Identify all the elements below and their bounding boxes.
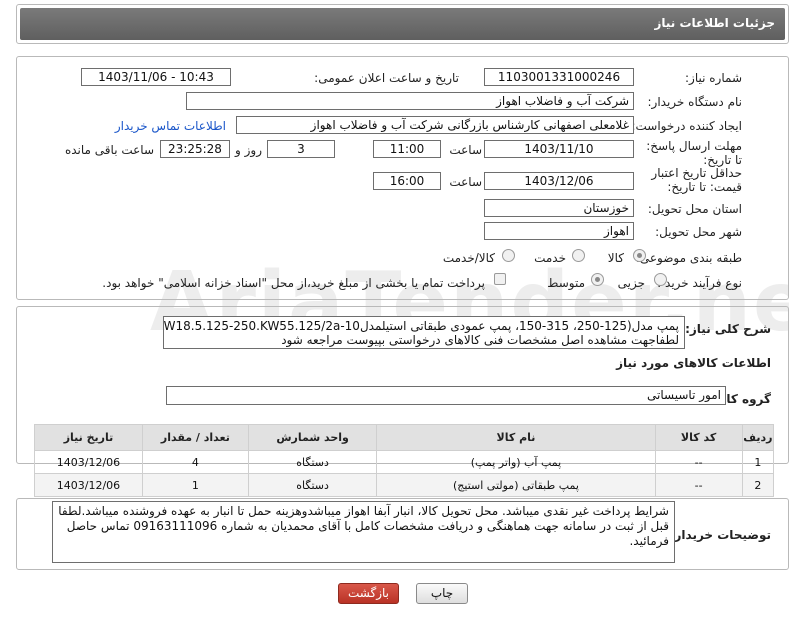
row-code: -- (654, 473, 743, 497)
col-code: کد کالا (654, 424, 743, 451)
row-unit: دستگاه (247, 450, 378, 474)
treasury-payment-checkbox[interactable] (494, 273, 506, 285)
process-minor-label: جزیی (617, 276, 645, 290)
buyer-label: نام دستگاه خریدار: (647, 95, 743, 109)
row-number: 2 (741, 473, 775, 497)
buyer-notes-label: توضیحات خریدار: (669, 528, 771, 542)
buyer-notes-line-1: شرایط پرداخت غیر نقدی میباشد. محل تحویل … (58, 504, 669, 518)
buyer-notes-line-2: قبل از ثبت در سامانه جهت هماهنگی و دریاف… (66, 519, 669, 533)
col-name: نام کالا (376, 424, 656, 451)
goods-table: ردیف کد کالا نام کالا واحد شمارش تعداد /… (34, 424, 775, 497)
row-name: پمپ طبقاتی (مولتی استیج) (376, 473, 656, 497)
summary-label: شرح کلی نیاز: (685, 322, 771, 336)
category-label: طبقه بندی موضوعی: (635, 251, 742, 265)
row-date: 1403/12/06 (34, 473, 143, 497)
row-date: 1403/12/06 (34, 450, 143, 474)
treasury-payment-note: پرداخت تمام یا بخشی از مبلغ خرید،از محل … (102, 276, 485, 290)
need-number-label: شماره نیاز: (685, 71, 742, 85)
row-number: 1 (741, 450, 775, 474)
validity-time-field: 16:00 (373, 172, 441, 190)
remaining-field: 23:25:28 (160, 140, 230, 158)
header-panel: جزئیات اطلاعات نیاز (16, 4, 789, 44)
announce-label: تاریخ و ساعت اعلان عمومی: (314, 71, 459, 85)
table-row: 2 -- پمپ طبقاتی (مولتی استیج) دستگاه 1 1… (34, 473, 775, 497)
province-field: خوزستان (484, 199, 634, 217)
city-field: اهواز (484, 222, 634, 240)
creator-label: ایجاد کننده درخواست: (631, 119, 742, 133)
deadline-time-field: 11:00 (373, 140, 441, 158)
contact-buyer-link[interactable]: اطلاعات تماس خریدار (115, 119, 226, 133)
category-goods-radio[interactable] (633, 249, 646, 262)
row-unit: دستگاه (247, 473, 378, 497)
goods-table-header: ردیف کد کالا نام کالا واحد شمارش تعداد /… (34, 424, 775, 451)
row-code: -- (654, 450, 743, 474)
buyer-field: شرکت آب و فاضلاب اهواز (186, 92, 634, 110)
row-qty: 1 (141, 473, 249, 497)
back-button[interactable]: بازگشت (338, 583, 399, 604)
validity-label: حداقل تاریخ اعتبار قیمت: تا تاریخ: (651, 166, 742, 194)
col-date: تاریخ نیاز (34, 424, 143, 451)
validity-time-label: ساعت (449, 175, 482, 189)
page-title: جزئیات اطلاعات نیاز (654, 16, 775, 30)
deadline-date-field: 1403/11/10 (484, 140, 634, 158)
process-minor-radio[interactable] (654, 273, 667, 286)
announce-field: 1403/11/06 - 10:43 (81, 68, 231, 86)
validity-date-field: 1403/12/06 (484, 172, 634, 190)
goods-group-field: امور تاسیساتی (166, 386, 726, 405)
province-label: استان محل تحویل: (647, 202, 742, 216)
deadline-label: مهلت ارسال پاسخ: تا تاریخ: (646, 139, 742, 167)
category-service-label: خدمت (534, 251, 566, 265)
goods-section-title: اطلاعات کالاهای مورد نیاز (616, 356, 771, 370)
summary-field: پمپ مدل(125-250، 315-150، پمپ عمودی طبقا… (163, 316, 685, 349)
col-qty: تعداد / مقدار (141, 424, 249, 451)
category-goods-label: کالا (607, 251, 624, 265)
table-row: 1 -- پمپ آب (واتر پمپ) دستگاه 4 1403/12/… (34, 450, 775, 474)
print-button[interactable]: چاپ (416, 583, 468, 604)
category-goods-service-radio[interactable] (502, 249, 515, 262)
col-unit: واحد شمارش (247, 424, 378, 451)
buyer-notes-field: شرایط پرداخت غیر نقدی میباشد. محل تحویل … (52, 501, 675, 563)
creator-field: غلامعلی اصفهانی کارشناس بازرگانی شرکت آب… (236, 116, 634, 134)
row-qty: 4 (141, 450, 249, 474)
days-label: روز و (235, 143, 262, 157)
city-label: شهر محل تحویل: (655, 225, 742, 239)
days-field: 3 (267, 140, 335, 158)
remaining-label: ساعت باقی مانده (64, 143, 154, 157)
header-bar: جزئیات اطلاعات نیاز (20, 8, 785, 40)
buyer-notes-line-3: فرمائید. (629, 534, 669, 548)
process-medium-radio[interactable] (591, 273, 604, 286)
row-name: پمپ آب (واتر پمپ) (376, 450, 656, 474)
col-row: ردیف (741, 424, 775, 451)
deadline-time-label: ساعت (449, 143, 482, 157)
category-service-radio[interactable] (572, 249, 585, 262)
summary-line-2: لطفاجهت مشاهده اصل مشخصات فنی کالاهای در… (281, 333, 679, 347)
process-medium-label: متوسط (547, 276, 585, 290)
category-goods-service-label: کالا/خدمت (442, 251, 495, 265)
process-label: نوع فرآیند خرید : (657, 276, 742, 290)
summary-line-1: پمپ مدل(125-250، 315-150، پمپ عمودی طبقا… (163, 319, 679, 333)
need-number-field: 1103001331000246 (484, 68, 634, 86)
